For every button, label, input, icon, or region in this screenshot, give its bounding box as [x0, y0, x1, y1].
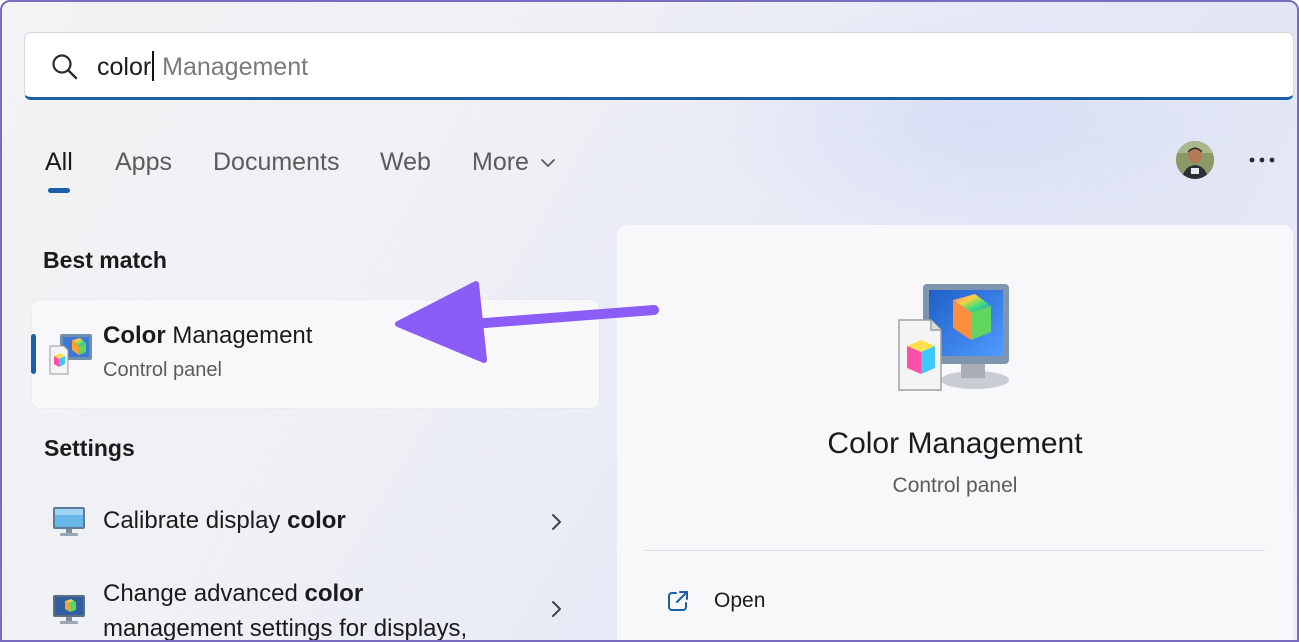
open-external-icon [668, 591, 688, 611]
chevron-right-icon [552, 601, 561, 617]
tab-apps[interactable]: Apps [115, 148, 172, 177]
setting-calibrate-label: Calibrate display color [103, 503, 346, 538]
avatar-photo-icon [1176, 141, 1214, 179]
setting-text-part: Change advanced [103, 580, 305, 607]
color-management-icon [49, 334, 92, 375]
color-management-large-icon [898, 284, 1009, 391]
selected-indicator [31, 334, 36, 374]
best-match-title: Color Management [103, 322, 312, 350]
tab-more[interactable]: More [472, 148, 529, 177]
best-match-subtitle: Control panel [103, 359, 222, 381]
chevron-right-icon [552, 514, 561, 530]
tab-all[interactable]: All [45, 148, 73, 177]
user-avatar[interactable] [1176, 141, 1214, 179]
color-monitor-icon [53, 595, 85, 624]
search-suggestion-text: Management [155, 53, 309, 81]
search-window: color Management All Apps Documents Web … [0, 0, 1299, 642]
best-match-heading: Best match [43, 247, 167, 273]
preview-subtitle: Control panel [892, 474, 1018, 497]
search-bar[interactable]: color Management [24, 32, 1294, 100]
setting-advanced-label: Change advanced color management settings… [103, 576, 468, 642]
best-match-title-rest: Management [165, 322, 313, 349]
setting-text-line2: management settings for displays, [103, 615, 468, 642]
search-typed-text: color [97, 53, 152, 81]
setting-text-bold: color [304, 580, 364, 607]
settings-heading: Settings [44, 435, 135, 461]
monitor-icon [53, 507, 85, 536]
tab-active-indicator [48, 188, 70, 193]
annotation-arrow [395, 281, 659, 363]
ellipsis-icon[interactable] [1248, 152, 1276, 168]
open-action[interactable]: Open [662, 586, 862, 620]
open-label: Open [714, 589, 766, 612]
chevron-down-icon[interactable] [540, 157, 556, 169]
preview-divider [645, 550, 1265, 551]
search-icon [52, 54, 78, 80]
setting-text-part: Calibrate display [103, 507, 288, 534]
preview-title: Color Management [827, 427, 1083, 460]
setting-text-bold: color [287, 507, 346, 534]
best-match-title-bold: Color [103, 322, 166, 349]
tab-web[interactable]: Web [380, 148, 431, 177]
setting-calibrate-display-color[interactable]: Calibrate display color [32, 498, 599, 548]
text-caret [152, 51, 155, 81]
setting-change-advanced-color-management[interactable]: Change advanced color management settings… [32, 574, 599, 642]
tab-documents[interactable]: Documents [213, 148, 339, 177]
search-input[interactable]: color Management [97, 51, 308, 83]
